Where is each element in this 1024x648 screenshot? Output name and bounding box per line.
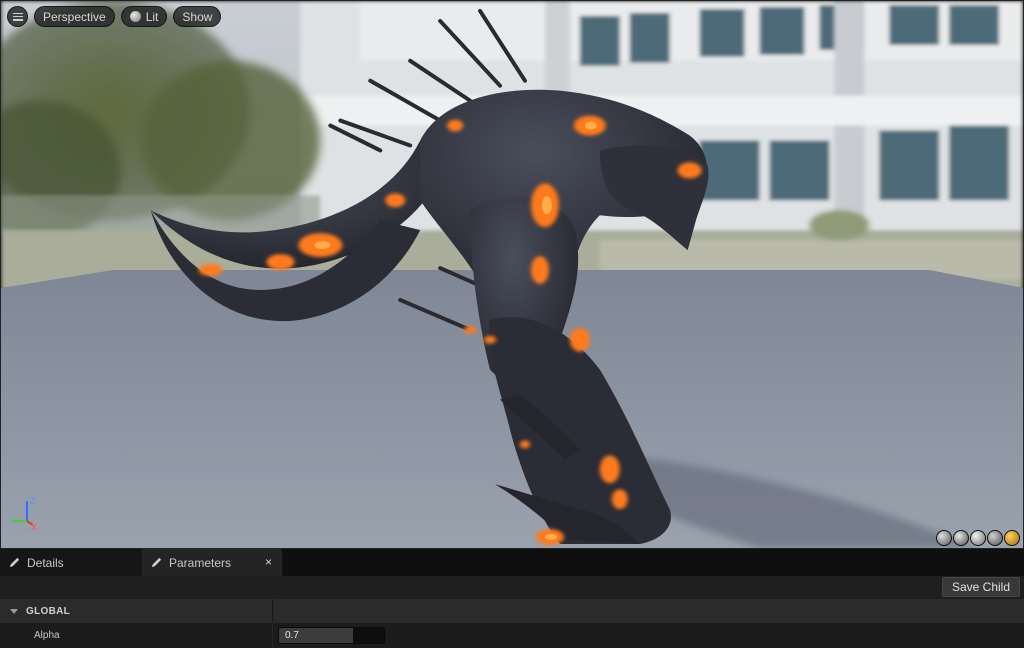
tab-parameters-label: Parameters	[169, 555, 232, 570]
lit-view-mode-button[interactable]: Lit	[120, 6, 168, 27]
parameters-panel: Save Child GLOBAL Alpha 0.7	[0, 576, 1024, 648]
preview-custom-mesh-icon[interactable]	[1004, 530, 1020, 546]
axis-z-label: Z	[30, 496, 36, 506]
panel-toolbar: Save Child	[0, 576, 1024, 599]
chevron-down-icon[interactable]	[10, 608, 18, 614]
viewport-scene[interactable]: Z X	[1, 1, 1023, 548]
viewport-menu-button[interactable]	[7, 6, 28, 27]
pencil-icon	[151, 557, 162, 568]
param-name-alpha: Alpha	[34, 630, 60, 641]
pencil-icon	[9, 557, 20, 568]
lit-label: Lit	[145, 9, 159, 24]
category-global[interactable]: GLOBAL	[0, 599, 1024, 623]
alpha-value: 0.7	[285, 630, 299, 641]
preview-mesh-selector	[936, 530, 1020, 546]
column-divider[interactable]	[272, 623, 273, 648]
perspective-label: Perspective	[43, 9, 106, 24]
perspective-button[interactable]: Perspective	[34, 6, 115, 27]
tab-parameters[interactable]: Parameters ×	[142, 549, 282, 576]
viewport-toolbar: Perspective Lit Show	[7, 6, 222, 27]
preview-sphere-icon[interactable]	[953, 530, 969, 546]
panel-tab-bar: Details Parameters ×	[0, 549, 1024, 576]
alpha-value-slider[interactable]: 0.7	[278, 627, 385, 644]
column-divider[interactable]	[272, 599, 273, 623]
tab-details-label: Details	[27, 555, 64, 570]
save-child-button[interactable]: Save Child	[942, 577, 1020, 597]
param-row-alpha: Alpha 0.7	[0, 623, 1024, 648]
preview-cylinder-icon[interactable]	[936, 530, 952, 546]
category-global-label: GLOBAL	[26, 605, 71, 617]
axis-x-label: X	[31, 522, 37, 532]
lit-sphere-icon	[129, 11, 141, 22]
level-viewport[interactable]: Z X Perspective Lit Show	[0, 0, 1024, 549]
close-tab-icon[interactable]: ×	[265, 555, 272, 569]
preview-cube-icon[interactable]	[987, 530, 1003, 546]
preview-plane-icon[interactable]	[970, 530, 986, 546]
tab-details[interactable]: Details	[0, 549, 142, 576]
show-button[interactable]: Show	[173, 6, 222, 27]
show-label: Show	[182, 9, 213, 24]
hamburger-icon	[12, 12, 23, 21]
